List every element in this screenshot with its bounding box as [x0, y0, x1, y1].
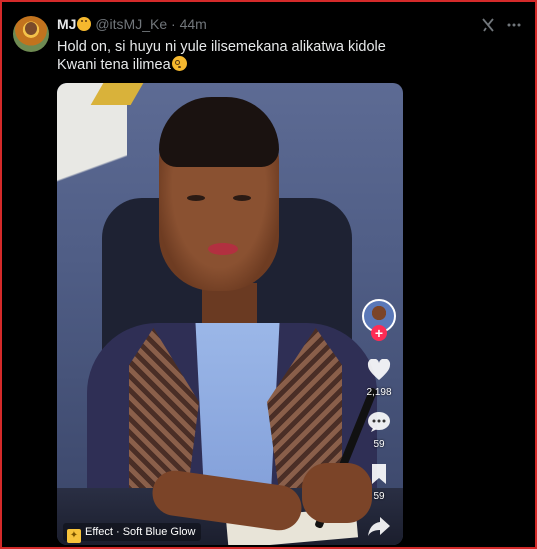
comment-action[interactable]: 59 — [359, 411, 399, 451]
person-eye-right — [233, 195, 251, 201]
comment-icon[interactable] — [359, 411, 399, 439]
video-media[interactable]: + 2,198 59 59 ✦ Effect · Soft Blue Glow — [57, 83, 403, 545]
tweet-header: MJ @itsMJ_Ke · 44m — [57, 15, 207, 33]
tweet-line-2: Kwani tena ilimea — [57, 57, 171, 73]
author-avatar[interactable] — [13, 16, 49, 52]
like-action[interactable]: 2,198 — [359, 358, 399, 399]
share-icon[interactable] — [359, 515, 399, 543]
tweet-text: Hold on, si huyu ni yule ilisemekana ali… — [57, 38, 386, 74]
effect-text: Effect · Soft Blue Glow — [85, 526, 196, 538]
like-count: 2,198 — [366, 387, 392, 398]
effect-label[interactable]: ✦ Effect · Soft Blue Glow — [63, 523, 202, 543]
tweet-line-1: Hold on, si huyu ni yule ilisemekana ali… — [57, 39, 386, 55]
tweet-line-2-wrap: Kwani tena ilimea — [57, 56, 386, 74]
person-eye-left — [187, 195, 205, 201]
grok-icon[interactable] — [481, 17, 495, 33]
bookmark-icon[interactable] — [359, 463, 399, 491]
flushed-face-emoji-icon — [171, 56, 187, 71]
comment-count: 59 — [373, 439, 385, 450]
bookmark-count: 59 — [373, 491, 385, 502]
smiling-face-emoji-icon — [77, 17, 92, 31]
more-options-icon[interactable] — [506, 17, 522, 33]
author-handle[interactable]: @itsMJ_Ke — [95, 16, 167, 32]
follow-plus-icon[interactable]: + — [371, 325, 387, 341]
separator-dot: · — [171, 16, 176, 32]
author-name[interactable]: MJ — [57, 16, 76, 32]
bookmark-action[interactable]: 59 — [359, 463, 399, 503]
post-time[interactable]: 44m — [180, 16, 207, 32]
share-action[interactable] — [359, 515, 399, 543]
effect-icon: ✦ — [67, 529, 81, 543]
person-lips — [208, 243, 238, 255]
heart-icon[interactable] — [359, 358, 399, 387]
person-hair — [159, 97, 279, 167]
